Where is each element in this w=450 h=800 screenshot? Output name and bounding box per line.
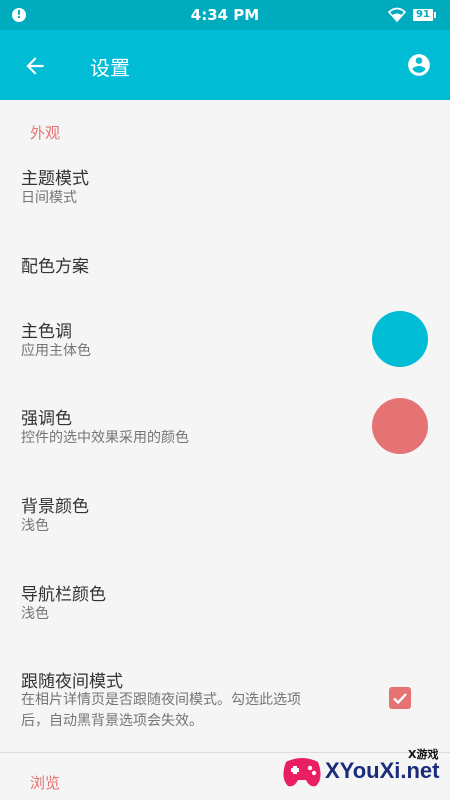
arrow-back-icon[interactable] xyxy=(22,53,48,79)
pref-title: 主题模式 xyxy=(21,169,89,189)
pref-summary: 控件的选中效果采用的颜色 xyxy=(21,430,189,446)
pref-background-color[interactable]: 背景颜色 浅色 xyxy=(0,480,450,550)
pref-title: 强调色 xyxy=(21,409,72,429)
pref-summary: 浅色 xyxy=(21,518,49,534)
follow-night-checkbox[interactable] xyxy=(389,687,411,709)
pref-color-scheme[interactable]: 配色方案 xyxy=(0,240,450,290)
pref-title: 跟随夜间模式 xyxy=(21,672,123,692)
pref-summary: 浅色 xyxy=(21,606,49,622)
pref-summary: 应用主体色 xyxy=(21,343,91,359)
pref-title: 背景颜色 xyxy=(21,497,89,517)
pref-title: 导航栏颜色 xyxy=(21,585,106,605)
pref-summary: 日间模式 xyxy=(21,190,77,206)
accent-color-swatch[interactable] xyxy=(372,398,428,454)
section-header-appearance: 外观 xyxy=(30,124,61,142)
pref-summary-line-2: 后，自动黑背景选项会失效。 xyxy=(21,713,203,729)
app-bar: 设置 xyxy=(0,30,450,100)
check-icon xyxy=(393,693,407,705)
account-circle-icon[interactable] xyxy=(406,52,432,78)
battery-indicator: 91 xyxy=(413,9,436,21)
pref-primary-color[interactable]: 主色调 应用主体色 xyxy=(0,305,450,375)
status-time: 4:34 PM xyxy=(190,6,260,24)
primary-color-swatch[interactable] xyxy=(372,311,428,367)
pref-nav-bar-color[interactable]: 导航栏颜色 浅色 xyxy=(0,568,450,638)
pref-title: 配色方案 xyxy=(21,257,89,277)
pref-theme-mode[interactable]: 主题模式 日间模式 xyxy=(0,150,450,220)
watermark-text: XYouXi.net xyxy=(325,758,440,783)
wifi-icon xyxy=(388,7,406,22)
pref-title: 主色调 xyxy=(21,322,72,342)
gamepad-logo-icon xyxy=(283,758,321,787)
page-title: 设置 xyxy=(90,56,130,80)
pref-summary-line-1: 在相片详情页是否跟随夜间模式。勾选此选项 xyxy=(21,692,301,708)
status-bar: ! 4:34 PM 91 xyxy=(0,0,450,30)
pref-accent-color[interactable]: 强调色 控件的选中效果采用的颜色 xyxy=(0,392,450,462)
watermark: X游戏 XYouXi.net xyxy=(278,744,450,800)
pref-follow-night-mode[interactable]: 跟随夜间模式 在相片详情页是否跟随夜间模式。勾选此选项 后，自动黑背景选项会失效… xyxy=(0,656,450,736)
section-header-browse: 浏览 xyxy=(30,774,61,792)
